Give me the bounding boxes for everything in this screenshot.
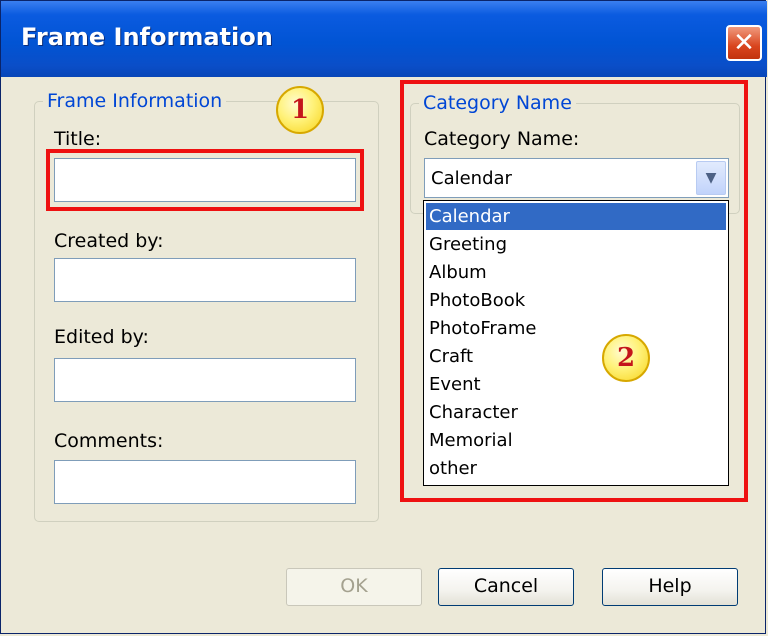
created-by-label: Created by: xyxy=(54,230,164,252)
created-by-input[interactable] xyxy=(54,258,356,302)
close-icon: ✕ xyxy=(733,28,755,58)
window-title: Frame Information xyxy=(21,23,273,51)
category-highlight-box xyxy=(400,80,748,502)
ok-button[interactable]: OK xyxy=(286,568,422,606)
annotation-badge-2: 2 xyxy=(602,334,650,382)
edited-by-input[interactable] xyxy=(54,358,356,402)
comments-input[interactable] xyxy=(54,460,356,504)
annotation-badge-1: 1 xyxy=(276,86,324,134)
edited-by-label: Edited by: xyxy=(54,326,149,348)
close-button[interactable]: ✕ xyxy=(726,25,762,61)
title-bar[interactable]: Frame Information ✕ xyxy=(1,1,767,77)
help-button[interactable]: Help xyxy=(602,568,738,606)
comments-label: Comments: xyxy=(54,430,164,452)
title-label: Title: xyxy=(54,128,102,150)
cancel-button[interactable]: Cancel xyxy=(438,568,574,606)
frame-info-legend: Frame Information xyxy=(47,90,223,112)
title-input[interactable] xyxy=(54,158,356,202)
